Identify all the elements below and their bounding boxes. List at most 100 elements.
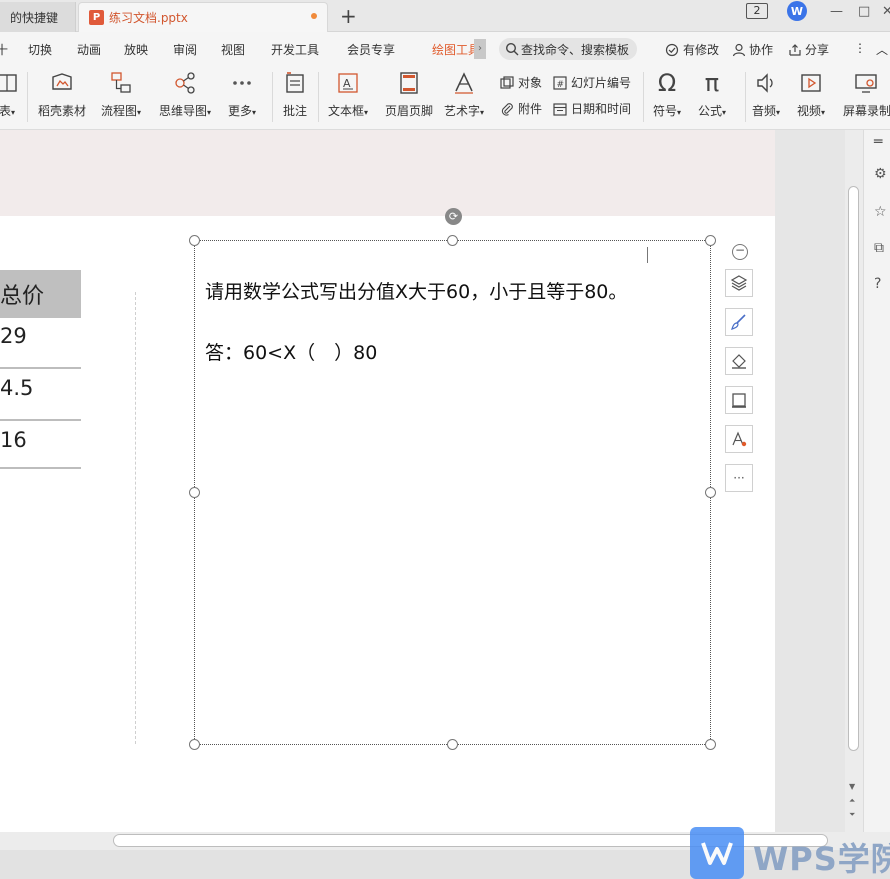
menu-item-drawing-tools[interactable]: 绘图工具 — [432, 41, 474, 58]
answer-text[interactable]: 答：60<X（ ）80 — [205, 338, 377, 365]
menu-item-view[interactable]: 视图 — [221, 41, 245, 58]
mindmap-icon — [172, 70, 198, 96]
fill-button[interactable] — [725, 347, 753, 375]
resize-handle-bottom-left[interactable] — [189, 739, 200, 750]
panel-handle-icon[interactable]: ═ — [874, 134, 882, 150]
svg-text:#: # — [557, 80, 565, 90]
ribbon-slide-number-button[interactable]: # 幻灯片编号 — [553, 74, 631, 91]
tab-practice-document[interactable]: P 练习文档.pptx — [78, 2, 328, 32]
unsaved-dot-icon — [311, 13, 317, 19]
menu-item-animation[interactable]: 动画 — [77, 41, 101, 58]
resize-handle-top-right[interactable] — [705, 235, 716, 246]
vertical-scrollbar[interactable]: ▼ ⏶ ⏷ — [845, 130, 863, 832]
pi-equation-icon: π — [704, 69, 720, 97]
right-side-panel: ═ ⚙ ☆ ⧉ ? — [863, 130, 890, 832]
star-icon[interactable]: ☆ — [874, 204, 887, 220]
menu-item-slideshow[interactable]: 放映 — [124, 41, 148, 58]
table-cell[interactable]: 29 — [0, 324, 81, 348]
ribbon-video-button[interactable]: 视频▾ — [797, 70, 825, 119]
text-effect-button[interactable] — [725, 425, 753, 453]
share-button[interactable]: 分享 — [788, 41, 829, 58]
text-effect-icon — [732, 431, 747, 447]
svg-text:A: A — [343, 77, 351, 90]
ribbon-screen-record-button[interactable]: 屏幕录制 — [843, 70, 890, 119]
resize-handle-top-left[interactable] — [189, 235, 200, 246]
menu-item-transition[interactable]: 切换 — [28, 41, 52, 58]
slide-number-label: 幻灯片编号 — [571, 76, 632, 90]
video-label: 视频 — [797, 104, 822, 118]
more-tools-button[interactable]: ··· — [725, 464, 753, 492]
ribbon-header-footer-button[interactable]: 页眉页脚 — [385, 70, 433, 119]
menu-item-developer[interactable]: 开发工具 — [271, 41, 319, 58]
scroll-down-icon[interactable]: ▼ — [849, 782, 855, 791]
menu-item-member[interactable]: 会员专享 — [347, 41, 395, 58]
animation-panel-icon[interactable]: ⧉ — [874, 240, 884, 256]
command-search-input[interactable]: 查找命令、搜索模板 — [499, 38, 637, 60]
tab-shortcuts[interactable]: 的快捷键 — [0, 2, 76, 32]
rotate-handle-icon[interactable]: ⟳ — [445, 208, 462, 225]
resize-handle-top[interactable] — [447, 235, 458, 246]
ribbon-symbol-button[interactable]: Ω 符号▾ — [653, 69, 681, 119]
ribbon-datetime-button[interactable]: 日期和时间 — [553, 100, 631, 117]
ribbon-object-button[interactable]: 对象 — [500, 74, 542, 91]
wordart-icon — [451, 70, 477, 96]
more-menu-icon[interactable]: ⋮ — [854, 41, 866, 55]
menu-item-review[interactable]: 审阅 — [173, 41, 197, 58]
collapse-ribbon-icon[interactable]: ︿ — [876, 41, 888, 58]
resize-handle-right[interactable] — [705, 487, 716, 498]
equation-label: 公式 — [698, 104, 723, 118]
selected-textbox[interactable]: ⟳ 请用数学公式写出分值X大于60，小于且等于80。 答：60<X（ ）80 — [189, 208, 716, 750]
minimize-button[interactable]: — — [830, 4, 843, 19]
menu-item-partial[interactable]: 十 — [0, 41, 8, 58]
table-header-cell[interactable]: 总价 — [0, 270, 81, 318]
table-header-total-price: 总价 — [0, 284, 45, 309]
table-cell[interactable]: 4.5 — [0, 376, 81, 400]
ribbon-wordart-button[interactable]: 艺术字▾ — [444, 70, 484, 119]
ribbon-separator — [318, 72, 319, 122]
new-tab-button[interactable]: + — [340, 4, 357, 28]
wps-account-icon[interactable]: W — [787, 1, 807, 21]
question-text[interactable]: 请用数学公式写出分值X大于60，小于且等于80。 — [205, 277, 627, 304]
resize-handle-left[interactable] — [189, 487, 200, 498]
slide-canvas[interactable]: 总价 29 4.5 16 ⟳ 请用数学公式写出分值X大于60，小于且等于80。 … — [0, 208, 775, 832]
tab-bar: 的快捷键 P 练习文档.pptx + 2 W — □ ✕ — [0, 0, 890, 32]
flowchart-icon — [108, 70, 134, 96]
table-cell[interactable]: 16 — [0, 428, 81, 452]
share-label: 分享 — [805, 43, 830, 57]
ribbon-comment-button[interactable]: 批注 — [282, 70, 308, 119]
ribbon-more-button[interactable]: 更多▾ — [228, 70, 256, 119]
collapse-toolbar-icon[interactable]: − — [732, 244, 748, 260]
brush-style-button[interactable] — [725, 308, 753, 336]
search-placeholder: 查找命令、搜索模板 — [521, 42, 630, 57]
flowchart-label: 流程图 — [101, 104, 138, 118]
layers-button[interactable] — [725, 269, 753, 297]
vertical-scroll-thumb[interactable] — [848, 186, 859, 751]
next-page-icon[interactable]: ⏷ — [849, 810, 855, 820]
dropdown-arrow-icon: ▾ — [11, 108, 16, 117]
ribbon-attachment-button[interactable]: 附件 — [500, 100, 542, 117]
mindmap-label: 思维导图 — [159, 104, 208, 118]
changes-button[interactable]: 有修改 — [664, 41, 719, 58]
ribbon-equation-button[interactable]: π 公式▾ — [698, 69, 726, 119]
more-label: 更多 — [228, 104, 253, 118]
ribbon-mindmap-button[interactable]: 思维导图▾ — [159, 70, 211, 119]
ribbon-docer-assets-button[interactable]: 稻壳素材 — [38, 70, 86, 119]
maximize-button[interactable]: □ — [858, 4, 870, 19]
ribbon-separator — [272, 72, 273, 122]
close-button[interactable]: ✕ — [882, 4, 890, 19]
resize-handle-bottom-right[interactable] — [705, 739, 716, 750]
menu-bar: 十 切换 动画 放映 审阅 视图 开发工具 会员专享 绘图工具 › 查找命令、搜… — [0, 32, 890, 66]
collaborate-button[interactable]: 协作 — [732, 41, 773, 58]
ribbon-table-button[interactable]: 表▾ — [0, 70, 20, 119]
help-icon[interactable]: ? — [874, 276, 881, 292]
resize-handle-bottom[interactable] — [447, 739, 458, 750]
window-count-badge[interactable]: 2 — [746, 3, 768, 19]
ribbon-textbox-button[interactable]: A 文本框▾ — [328, 70, 368, 119]
prev-page-icon[interactable]: ⏶ — [849, 796, 855, 806]
ribbon-flowchart-button[interactable]: 流程图▾ — [101, 70, 141, 119]
ribbon-audio-button[interactable]: 音频▾ — [752, 70, 780, 119]
adjust-icon[interactable]: ⚙ — [874, 166, 887, 182]
dropdown-arrow-icon: ▾ — [776, 108, 781, 117]
menu-scroll-arrow[interactable]: › — [474, 39, 486, 59]
outline-button[interactable] — [725, 386, 753, 414]
